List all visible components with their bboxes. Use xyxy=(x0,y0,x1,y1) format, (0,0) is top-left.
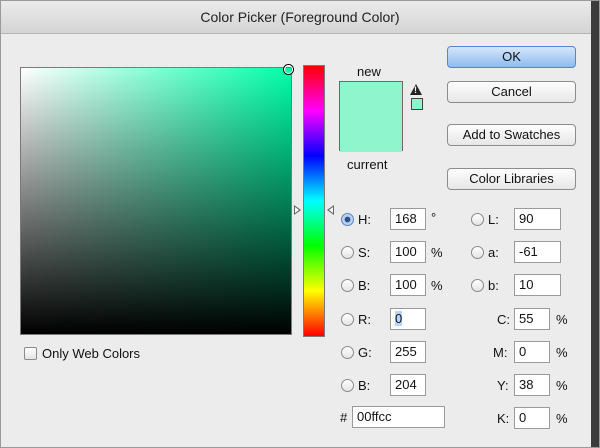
background-window-edge xyxy=(591,1,599,447)
cancel-button[interactable]: Cancel xyxy=(447,81,576,103)
hue-slider-left-arrow-icon[interactable] xyxy=(294,205,301,215)
ok-button[interactable]: OK xyxy=(447,46,576,68)
lightness-radio[interactable] xyxy=(471,213,484,226)
hex-label: # xyxy=(340,410,348,425)
hue-radio[interactable] xyxy=(341,213,354,226)
hex-input[interactable]: 00ffcc xyxy=(352,406,445,428)
lightness-label: L: xyxy=(488,212,499,227)
red-input-value: 0 xyxy=(395,311,403,326)
green-label: G: xyxy=(358,345,372,360)
red-input[interactable]: 0 xyxy=(390,308,426,330)
cyan-label: C: xyxy=(497,312,510,327)
red-radio[interactable] xyxy=(341,313,354,326)
hue-unit: ° xyxy=(431,210,437,225)
black-input[interactable]: 0 xyxy=(514,407,550,429)
b-channel-label: b: xyxy=(488,278,499,293)
brightness-input[interactable]: 100 xyxy=(390,274,426,296)
hue-slider[interactable] xyxy=(303,65,325,337)
brightness-label: B: xyxy=(358,278,371,293)
cyan-unit: % xyxy=(556,312,568,327)
gamut-correction-swatch[interactable] xyxy=(411,98,423,110)
green-input[interactable]: 255 xyxy=(390,341,426,363)
current-color-label: current xyxy=(347,157,388,172)
warning-exclamation-icon: ! xyxy=(414,85,417,95)
color-field-cursor[interactable] xyxy=(284,65,293,74)
magenta-input[interactable]: 0 xyxy=(514,341,550,363)
black-label: K: xyxy=(497,411,510,426)
only-web-colors-checkbox[interactable] xyxy=(24,347,37,360)
color-libraries-button[interactable]: Color Libraries xyxy=(447,168,576,190)
new-color-label: new xyxy=(357,64,381,79)
lightness-input[interactable]: 90 xyxy=(514,208,561,230)
yellow-unit: % xyxy=(556,378,568,393)
green-radio[interactable] xyxy=(341,346,354,359)
saturation-label: S: xyxy=(358,245,371,260)
saturation-radio[interactable] xyxy=(341,246,354,259)
brightness-unit: % xyxy=(431,278,443,293)
a-channel-label: a: xyxy=(488,245,499,260)
only-web-colors-label[interactable]: Only Web Colors xyxy=(42,346,140,361)
b-channel-radio[interactable] xyxy=(471,279,484,292)
black-unit: % xyxy=(556,411,568,426)
hue-input[interactable]: 168 xyxy=(390,208,426,230)
a-channel-input[interactable]: -61 xyxy=(514,241,561,263)
color-field[interactable] xyxy=(20,67,292,335)
hue-slider-right-arrow-icon[interactable] xyxy=(327,205,334,215)
blue-radio[interactable] xyxy=(341,379,354,392)
a-channel-radio[interactable] xyxy=(471,246,484,259)
color-picker-dialog: Color Picker (Foreground Color) new curr… xyxy=(0,0,600,448)
blue-input[interactable]: 204 xyxy=(390,374,426,396)
hue-label: H: xyxy=(358,212,371,227)
saturation-unit: % xyxy=(431,245,443,260)
blue-label: B: xyxy=(358,378,371,393)
b-channel-input[interactable]: 10 xyxy=(514,274,561,296)
brightness-radio[interactable] xyxy=(341,279,354,292)
color-preview-swatch xyxy=(339,81,403,152)
current-color-swatch[interactable] xyxy=(340,117,402,152)
magenta-unit: % xyxy=(556,345,568,360)
red-label: R: xyxy=(358,312,371,327)
new-color-swatch xyxy=(340,82,402,117)
title-bar: Color Picker (Foreground Color) xyxy=(1,1,599,34)
add-to-swatches-button[interactable]: Add to Swatches xyxy=(447,124,576,146)
saturation-input[interactable]: 100 xyxy=(390,241,426,263)
cyan-input[interactable]: 55 xyxy=(514,308,550,330)
yellow-input[interactable]: 38 xyxy=(514,374,550,396)
yellow-label: Y: xyxy=(497,378,509,393)
magenta-label: M: xyxy=(493,345,508,360)
